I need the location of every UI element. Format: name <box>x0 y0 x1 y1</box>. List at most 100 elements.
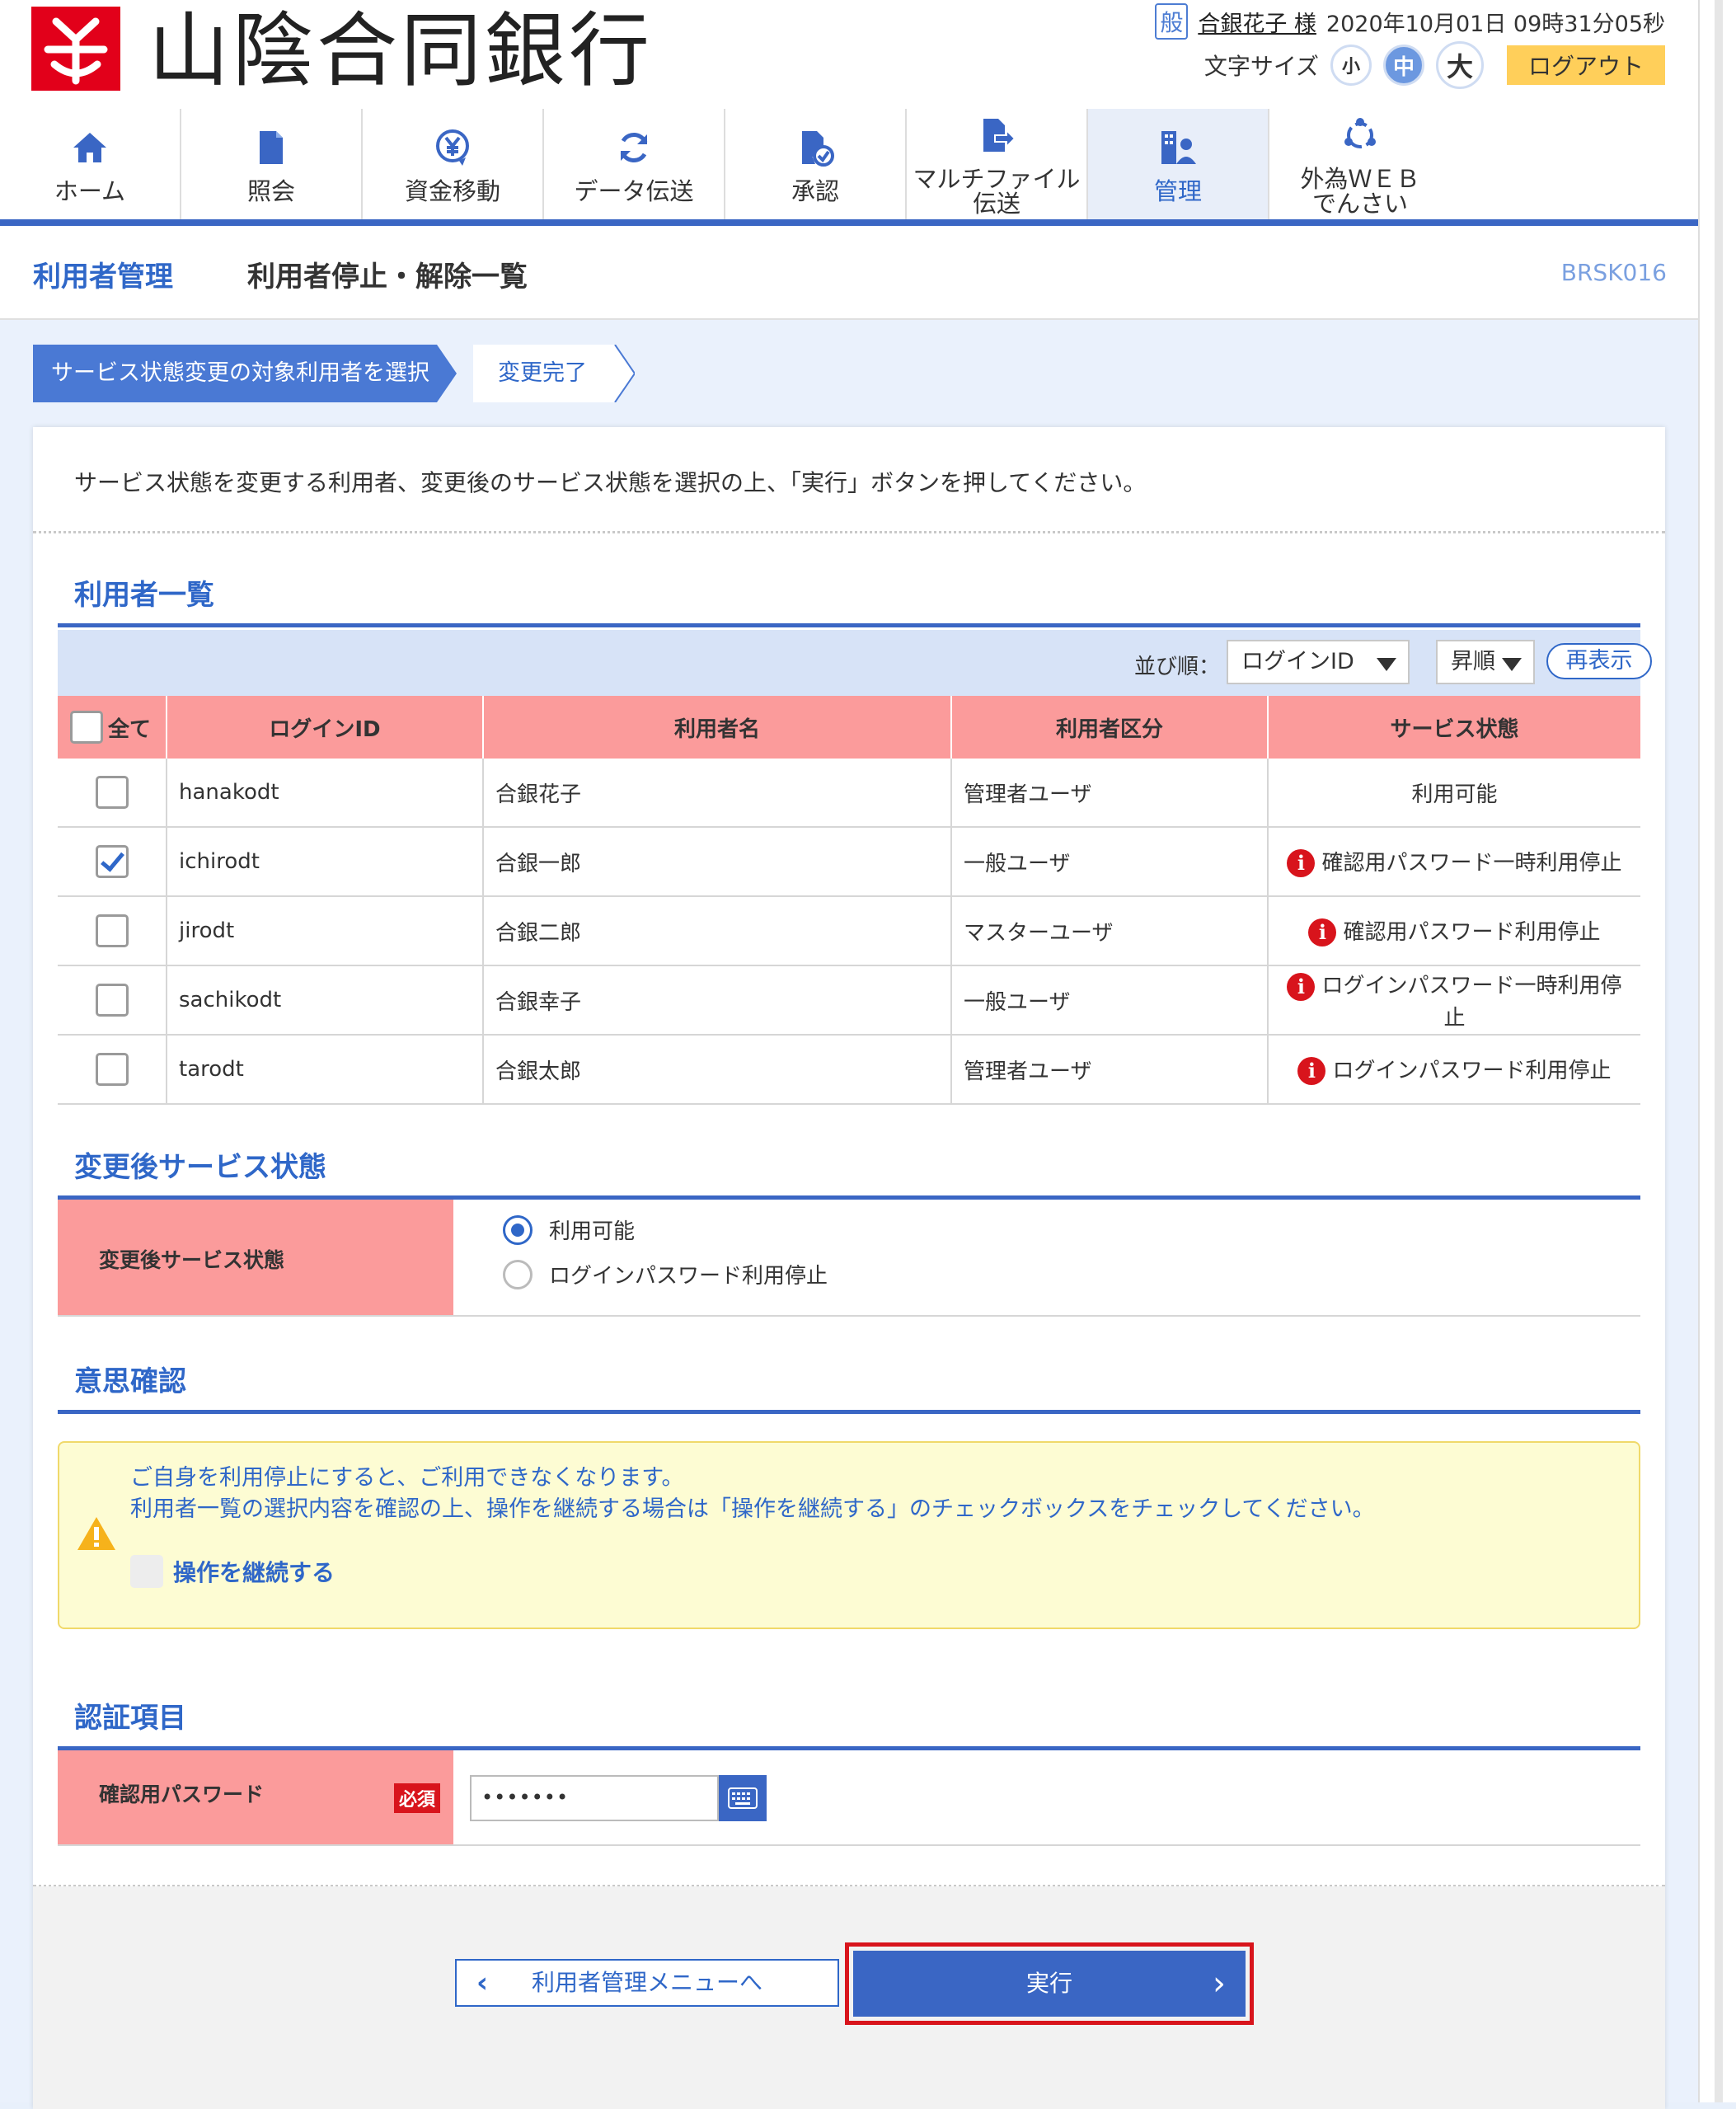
confirm-password-input[interactable]: ••••••• <box>470 1775 719 1821</box>
nav-label: 照会 <box>246 177 295 205</box>
page-title: 利用者停止・解除一覧 <box>247 261 528 294</box>
yen-icon <box>429 124 476 171</box>
font-size-small-button[interactable]: 小 <box>1330 45 1372 86</box>
nav-item-data-transfer[interactable]: データ伝送 <box>544 109 725 219</box>
nav-item-home[interactable]: ホーム <box>0 109 181 219</box>
document-icon <box>248 124 294 171</box>
info-icon: i <box>1287 849 1316 878</box>
row-select-cell <box>58 827 167 897</box>
main-panel: サービス状態を変更する利用者、変更後のサービス状態を選択の上、「実行」ボタンを押… <box>33 427 1665 2109</box>
header-login-id[interactable]: ログインID <box>167 696 484 759</box>
logout-button[interactable]: ログアウト <box>1506 45 1665 85</box>
info-icon: i <box>1308 918 1337 947</box>
nav-label-line1: マルチファイル <box>913 165 1081 193</box>
cell-user-name: 合銀幸子 <box>483 965 952 1036</box>
refresh-button[interactable]: 再表示 <box>1546 643 1652 679</box>
software-keyboard-button[interactable] <box>719 1775 767 1821</box>
file-transfer-icon <box>974 112 1020 158</box>
divider <box>33 531 1665 533</box>
row-select-cell <box>58 965 167 1036</box>
form-label-text: 確認用パスワード <box>99 1783 265 1806</box>
admin-icon <box>1155 124 1201 171</box>
row-checkbox[interactable] <box>95 984 129 1017</box>
bank-logo[interactable] <box>31 7 120 91</box>
cell-user-name: 合銀太郎 <box>483 1035 952 1105</box>
cell-login-id: ichirodt <box>167 827 484 897</box>
confirm-title: 意思確認 <box>74 1365 186 1398</box>
user-name-link[interactable]: 合銀花子 様 <box>1198 6 1316 38</box>
row-checkbox[interactable] <box>95 845 129 878</box>
warning-text-1: ご自身を利用停止にすると、ご利用できなくなります。 <box>130 1465 684 1491</box>
cell-login-id: jirodt <box>167 896 484 966</box>
screen-id: BRSK016 <box>1560 259 1667 286</box>
after-status-title: 変更後サービス状態 <box>74 1151 326 1184</box>
scrollbar-thumb[interactable] <box>1715 0 1723 2102</box>
button-area: ‹ 利用者管理メニューへ 実行 › <box>33 1886 1665 2109</box>
chevron-right-icon: › <box>1213 1965 1226 2003</box>
font-size-medium-button[interactable]: 中 <box>1382 45 1424 86</box>
nav-item-forex-densai[interactable]: 外為ＷＥＢ でんさい <box>1269 109 1451 219</box>
global-nav: ホーム 照会 資金移動 データ伝送 承認 マルチファイル 伝送 管理 外為ＷＥＢ… <box>0 109 1698 219</box>
checkbox-label: 操作を継続する <box>173 1559 335 1586</box>
cell-user-type: 一般ユーザ <box>951 827 1269 897</box>
font-size-controls: 文字サイズ 小 中 大 ログアウト <box>1204 41 1665 89</box>
breadcrumb-category: 利用者管理 <box>33 261 173 294</box>
warning-icon <box>77 1517 115 1550</box>
radio-option-login-stop[interactable]: ログインパスワード利用停止 <box>503 1259 828 1289</box>
nav-item-inquiry[interactable]: 照会 <box>181 109 363 219</box>
step-current: サービス状態変更の対象利用者を選択 <box>33 345 437 402</box>
checkbox-box[interactable] <box>130 1555 163 1588</box>
nav-label: ホーム <box>54 177 126 205</box>
status-text: ログインパスワード利用停止 <box>1332 1058 1612 1083</box>
row-checkbox[interactable] <box>95 914 129 947</box>
status-text: 確認用パスワード利用停止 <box>1343 919 1601 945</box>
cell-service-status: i ログインパスワード利用停止 <box>1268 1035 1640 1105</box>
row-checkbox[interactable] <box>95 776 129 809</box>
cell-user-type: 一般ユーザ <box>951 965 1269 1036</box>
sort-order-value: 昇順 <box>1451 649 1495 674</box>
nav-label-line2: 伝送 <box>972 190 1020 218</box>
nav-item-approval[interactable]: 承認 <box>725 109 907 219</box>
execute-button[interactable]: 実行 › <box>853 1951 1246 2017</box>
auth-password-label: 確認用パスワード 必須 <box>58 1750 453 1844</box>
auth-password-row: 確認用パスワード 必須 ••••••• <box>58 1750 1640 1846</box>
sort-field-select[interactable]: ログインID <box>1227 640 1410 684</box>
nav-divider <box>0 219 1698 226</box>
cell-service-status: i 確認用パスワード一時利用停止 <box>1268 827 1640 897</box>
font-size-large-button[interactable]: 大 <box>1435 41 1484 89</box>
scrollbar[interactable] <box>1698 0 1736 2102</box>
forex-icon <box>1337 112 1383 158</box>
header-label: 全て <box>108 716 152 742</box>
table-row: jirodt 合銀二郎 マスターユーザ i 確認用パスワード利用停止 <box>58 896 1640 966</box>
nav-item-admin[interactable]: 管理 <box>1088 109 1269 219</box>
radio-option-available[interactable]: 利用可能 <box>503 1214 635 1245</box>
header-service-status: サービス状態 <box>1268 696 1640 759</box>
header: 山陰合同銀行 般 合銀花子 様 2020年10月01日 09時31分05秒 文字… <box>0 0 1698 226</box>
radio-button[interactable] <box>503 1214 533 1245</box>
sort-order-select[interactable]: 昇順 <box>1436 640 1535 684</box>
radio-button[interactable] <box>503 1259 533 1289</box>
step-arrow <box>437 345 457 402</box>
radio-label: 利用可能 <box>549 1219 636 1244</box>
chevron-down-icon <box>1377 658 1396 671</box>
nav-item-multi-file-transfer[interactable]: マルチファイル 伝送 <box>907 109 1088 219</box>
select-all-checkbox[interactable] <box>70 711 103 744</box>
required-badge: 必須 <box>394 1783 441 1813</box>
row-checkbox[interactable] <box>95 1053 129 1086</box>
table-row: sachikodt 合銀幸子 一般ユーザ i ログインパスワード一時利用停止 <box>58 965 1640 1036</box>
status-text: 確認用パスワード一時利用停止 <box>1321 850 1622 876</box>
chevron-down-icon <box>1502 658 1522 671</box>
back-to-user-menu-button[interactable]: ‹ 利用者管理メニューへ <box>455 1959 839 2007</box>
section-line <box>58 623 1640 627</box>
nav-label: データ伝送 <box>574 177 694 205</box>
user-type-badge: 般 <box>1155 3 1189 40</box>
table-row: hanakodt 合銀花子 管理者ユーザ 利用可能 <box>58 759 1640 828</box>
continue-operation-checkbox[interactable]: 操作を継続する <box>130 1555 335 1588</box>
page: 山陰合同銀行 般 合銀花子 様 2020年10月01日 09時31分05秒 文字… <box>0 0 1698 2109</box>
cell-login-id: tarodt <box>167 1035 484 1105</box>
nav-item-fund-transfer[interactable]: 資金移動 <box>363 109 544 219</box>
table-header-row: 全て ログインID 利用者名 利用者区分 サービス状態 <box>58 696 1640 759</box>
user-table: 全て ログインID 利用者名 利用者区分 サービス状態 hanakodt 合銀花… <box>58 696 1640 1105</box>
cell-user-name: 合銀花子 <box>483 759 952 828</box>
cell-user-name: 合銀一郎 <box>483 827 952 897</box>
